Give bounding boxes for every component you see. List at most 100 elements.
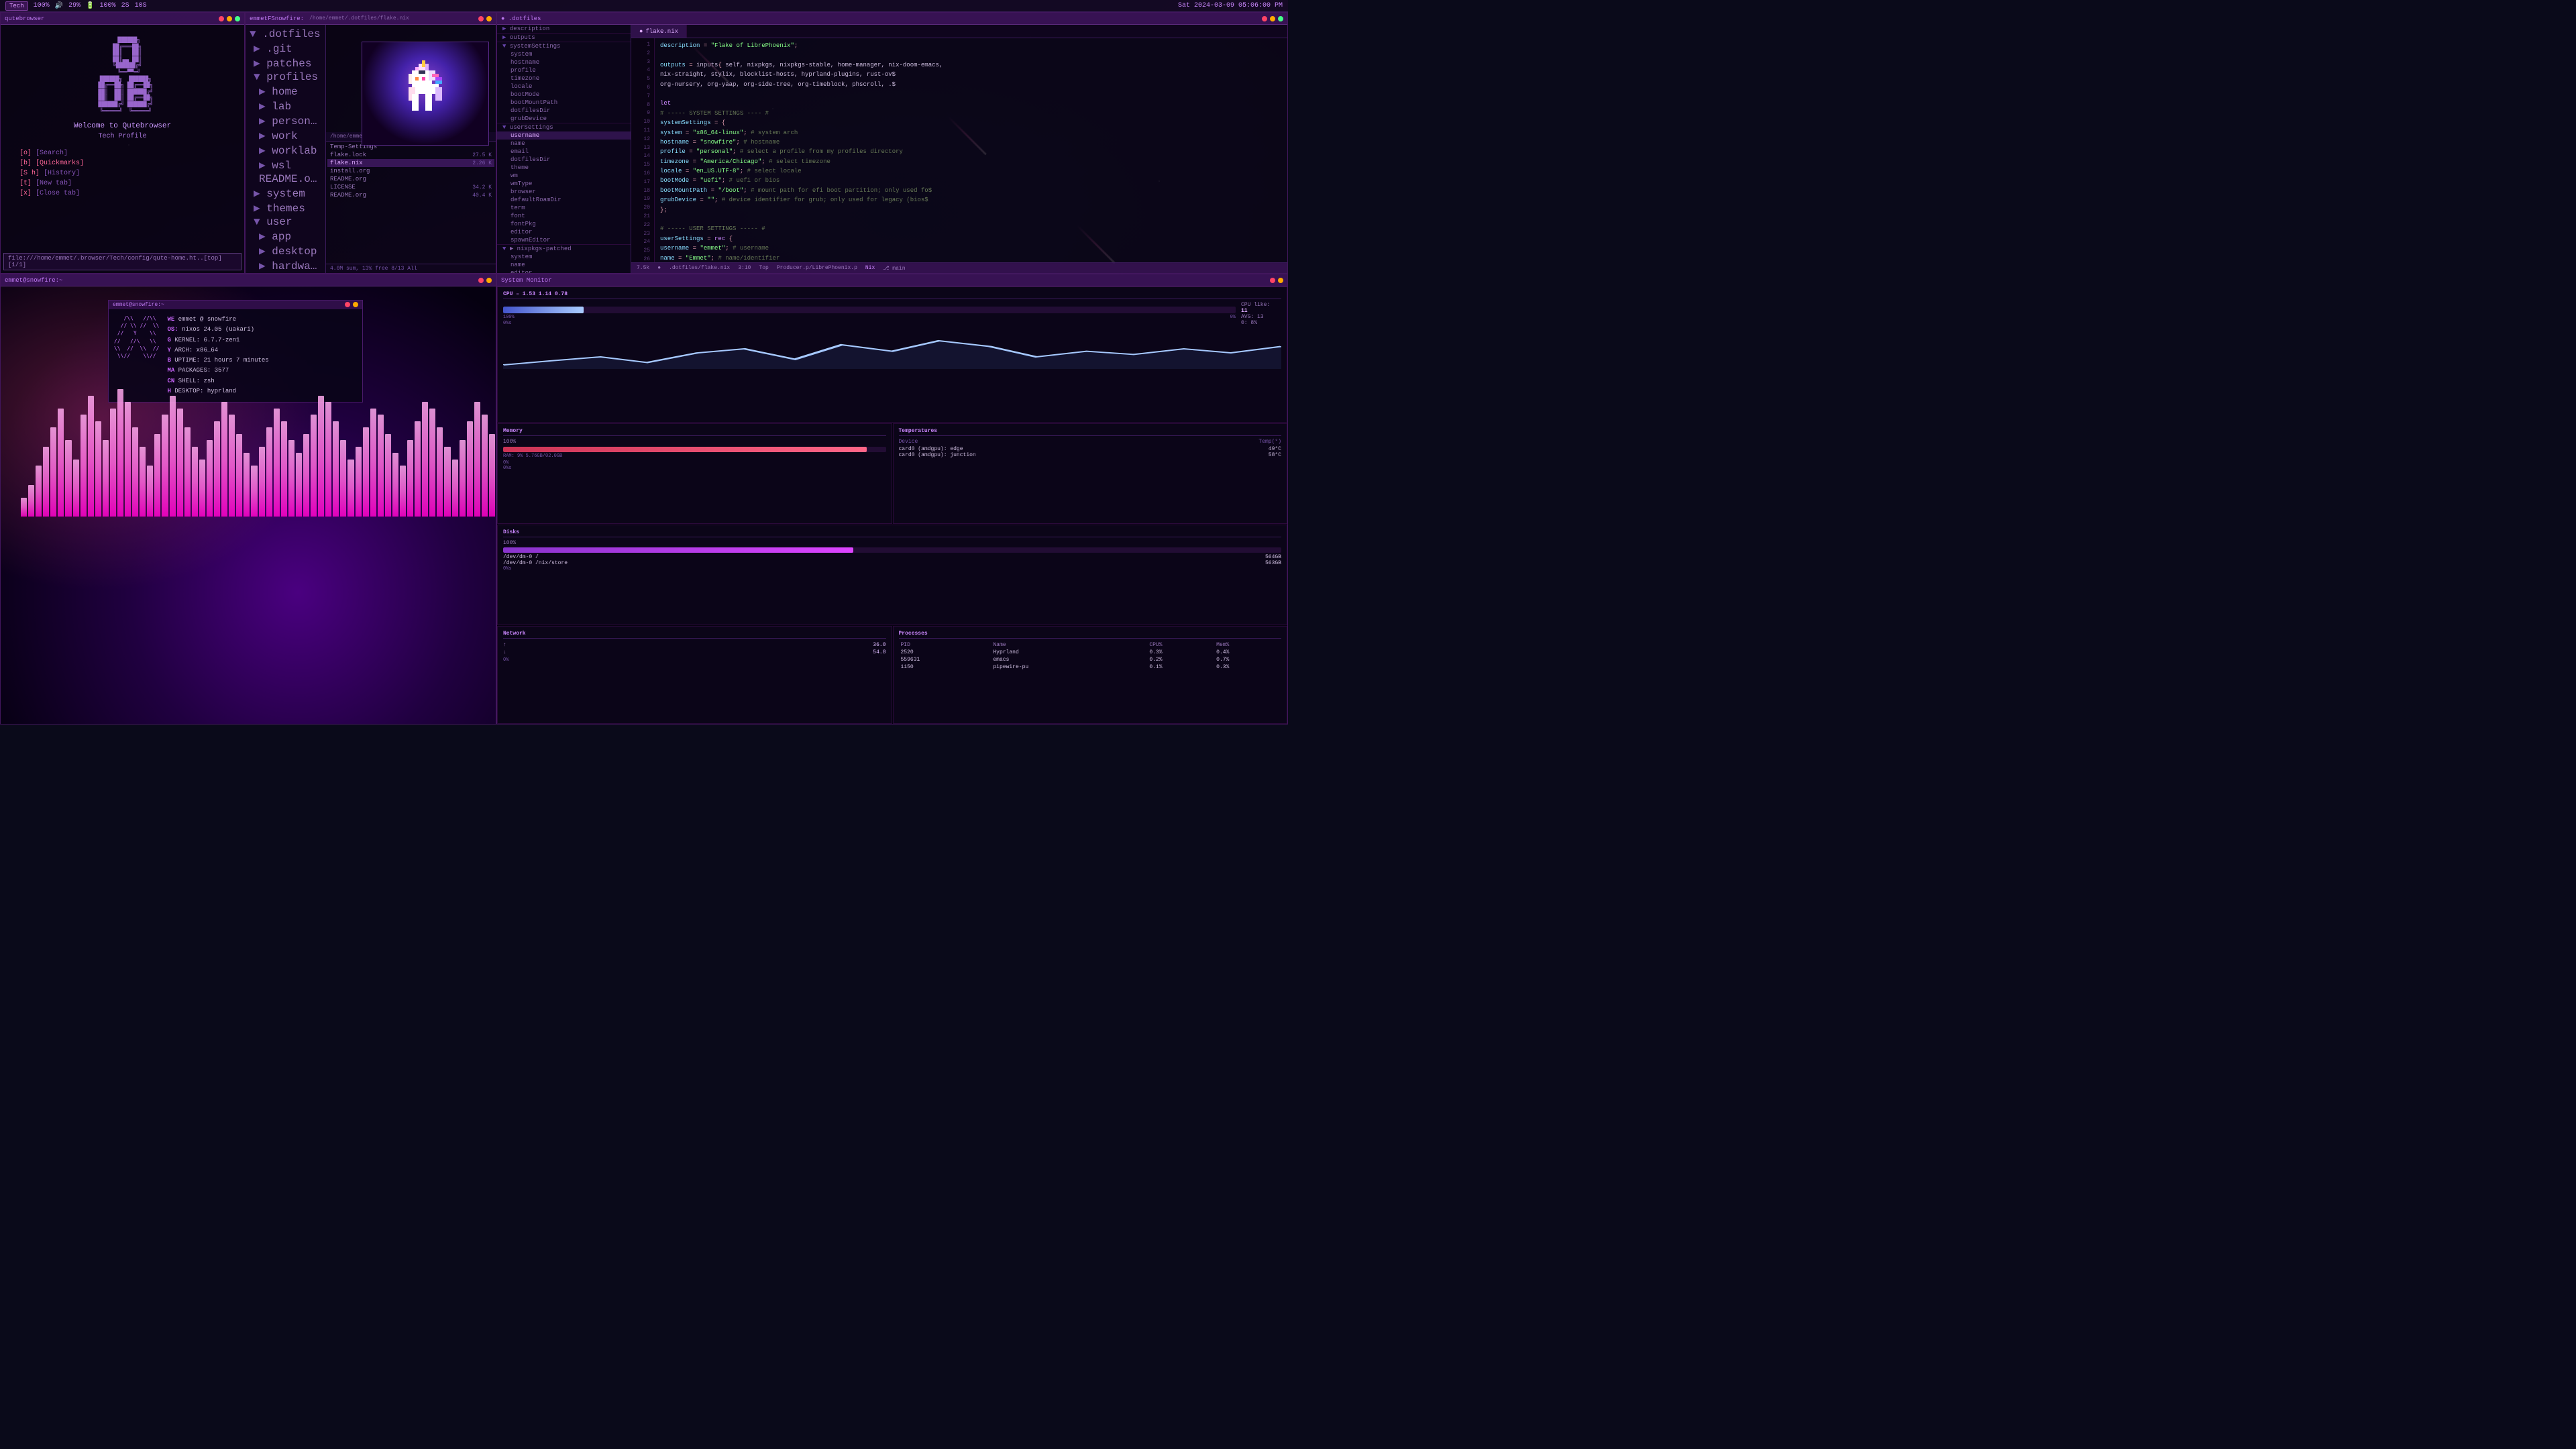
neofetch-titlebar: emmet@snowfire:~ [109, 301, 362, 309]
neo-min-btn[interactable] [353, 302, 358, 307]
tree-usersettings[interactable]: userSettings [497, 123, 631, 131]
tree-item-worklab[interactable]: worklab [246, 143, 325, 158]
file-row-flakelock[interactable]: flake.lock 27.5 K [327, 151, 494, 159]
filemgr-min-btn[interactable] [486, 16, 492, 21]
tree-user-roam[interactable]: defaultRoamDir [497, 196, 631, 204]
battery-value: 100% [100, 2, 116, 9]
file-row-license[interactable]: LICENSE 34.2 K [327, 183, 494, 191]
music-titlebar: emmet@snowfire:~ [1, 274, 496, 286]
browser-menu-quickmarks[interactable]: [b] [Quickmarks] [19, 158, 225, 168]
tree-item-hardware[interactable]: hardware [246, 258, 325, 273]
tree-user-term[interactable]: term [497, 204, 631, 212]
tree-sys-dotfiles[interactable]: dotfilesDir [497, 107, 631, 115]
browser-menu-history[interactable]: [S h] [History] [19, 168, 225, 178]
tree-sys-hostname[interactable]: hostname [497, 58, 631, 66]
file-row-installorg[interactable]: install.org [327, 167, 494, 175]
status-lang: Nix [865, 265, 875, 271]
tree-item-profiles[interactable]: profiles [246, 70, 325, 84]
tree-item-wsl[interactable]: wsl [246, 158, 325, 172]
tree-user-editor[interactable]: editor [497, 228, 631, 236]
editor-min-btn[interactable] [1270, 16, 1275, 21]
neo-close-btn[interactable] [345, 302, 350, 307]
tree-item-themes[interactable]: themes [246, 201, 325, 215]
tree-sys-bootmode[interactable]: bootMode [497, 91, 631, 99]
volume-value: 29% [68, 2, 80, 9]
tree-user-browser[interactable]: browser [497, 188, 631, 196]
tree-sys-grub[interactable]: grubDevice [497, 115, 631, 123]
vis-bar [221, 402, 227, 517]
tree-item-lab[interactable]: lab [246, 99, 325, 113]
sysmon-min-btn[interactable] [1278, 278, 1283, 283]
vis-bar [281, 421, 287, 517]
music-close-btn[interactable] [478, 278, 484, 283]
vis-bar [437, 427, 443, 517]
vis-bar [50, 427, 56, 517]
tree-user-theme[interactable]: theme [497, 164, 631, 172]
editor-close-btn[interactable] [1262, 16, 1267, 21]
tree-nixpkgs[interactable]: ► nixpkgs-patched [497, 245, 631, 253]
browser-welcome-text: Welcome to Qutebrowser [6, 122, 239, 130]
tree-sys-system[interactable]: system [497, 50, 631, 58]
tree-description[interactable]: description [497, 25, 631, 33]
tree-user-name[interactable]: name [497, 140, 631, 148]
vis-bar [370, 409, 376, 517]
tree-sys-locale[interactable]: locale [497, 83, 631, 91]
tree-item-patches[interactable]: patches [246, 56, 325, 70]
file-name: README.org [330, 192, 462, 199]
file-row-readme2[interactable]: README.org 40.4 K [327, 191, 494, 199]
tree-item-app[interactable]: app [246, 229, 325, 244]
tree-item-home[interactable]: home [246, 84, 325, 99]
tree-section-description: description [497, 25, 631, 34]
filemgr-close-btn[interactable] [478, 16, 484, 21]
memory-bar [503, 447, 867, 452]
tree-user-username[interactable]: username [497, 131, 631, 140]
tree-nix-name[interactable]: name [497, 261, 631, 269]
maximize-button[interactable] [235, 16, 240, 21]
tree-item-system[interactable]: system [246, 186, 325, 201]
tree-user-wm[interactable]: wm [497, 172, 631, 180]
tree-item-readme[interactable]: README.org [246, 172, 325, 186]
vis-bar [80, 415, 87, 517]
tree-user-email[interactable]: email [497, 148, 631, 156]
browser-menu-closetab[interactable]: [x] [Close tab] [19, 189, 225, 199]
tree-outputs[interactable]: outputs [497, 34, 631, 42]
tree-item-git[interactable]: .git [246, 41, 325, 56]
browser-url-bar: file:///home/emmet/.browser/Tech/config/… [3, 253, 241, 270]
editor-tabs: ● flake.nix [631, 25, 1287, 38]
vis-bar [482, 415, 488, 517]
workspace-badge[interactable]: Tech [5, 1, 28, 11]
browser-menu-search[interactable]: [o] [Search] [19, 148, 225, 158]
battery-indicator: 🔋 [86, 2, 94, 10]
close-button[interactable] [219, 16, 224, 21]
tree-item-user[interactable]: user [246, 215, 325, 229]
file-row-readme[interactable]: README.org [327, 175, 494, 183]
tree-item-personal[interactable]: personal [246, 113, 325, 128]
browser-window: qutebrowser ██████╗ ██╔═══██╗ ██║ ██║ ██… [0, 12, 245, 274]
tree-user-wmtype[interactable]: wmType [497, 180, 631, 188]
minimize-button[interactable] [227, 16, 232, 21]
tree-sys-timezone[interactable]: timezone [497, 74, 631, 83]
file-row-flakenix[interactable]: flake.nix 2.26 K [327, 159, 494, 167]
tree-item-desktop[interactable]: desktop [246, 244, 325, 258]
vis-bar [125, 402, 131, 517]
tree-user-spawn[interactable]: spawnEditor [497, 236, 631, 244]
tree-systemsettings[interactable]: systemSettings [497, 42, 631, 50]
vis-bar [407, 440, 413, 517]
sysmon-close-btn[interactable] [1270, 278, 1275, 283]
vis-bar [199, 460, 205, 517]
tree-nix-editor[interactable]: editor [497, 269, 631, 273]
music-min-btn[interactable] [486, 278, 492, 283]
tree-user-fontpkg[interactable]: fontPkg [497, 220, 631, 228]
tree-sys-profile[interactable]: profile [497, 66, 631, 74]
editor-max-btn[interactable] [1278, 16, 1283, 21]
vis-bar [392, 453, 398, 517]
tree-user-dotfiles[interactable]: dotfilesDir [497, 156, 631, 164]
tree-item-dotfiles[interactable]: .dotfiles [246, 28, 325, 41]
file-size: 40.4 K [462, 193, 492, 199]
tab-flakenix[interactable]: ● flake.nix [631, 25, 687, 38]
tree-nix-system[interactable]: system [497, 253, 631, 261]
browser-menu-newtab[interactable]: [t] [New tab] [19, 178, 225, 189]
tree-item-work[interactable]: work [246, 128, 325, 143]
tree-user-font[interactable]: font [497, 212, 631, 220]
tree-sys-bootmount[interactable]: bootMountPath [497, 99, 631, 107]
